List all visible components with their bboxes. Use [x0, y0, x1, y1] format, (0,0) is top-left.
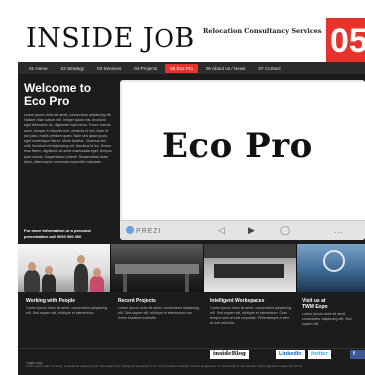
feature-body: Lorem ipsum dolor sit amet, consectetur …	[210, 306, 291, 325]
prezi-canvas[interactable]: Eco Pro	[122, 82, 365, 220]
feature-title-line2: TWM Expo	[302, 304, 328, 310]
feature-recent-projects[interactable]: Recent Projects Lorem ipsum dolor sit am…	[118, 298, 202, 321]
feature-body: Lorem ipsum dolor sit amet, consectetur …	[118, 306, 199, 320]
welcome-panel: Welcome to Eco Pro Lorem ipsum dolor sit…	[24, 82, 112, 165]
main-nav: 01 Home 02 Strategy 03 Services 04 Proje…	[18, 62, 365, 74]
features-row: Working with People Lorem ipsum dolor si…	[18, 292, 365, 348]
person-shape	[24, 270, 40, 292]
logo-o-icon: O	[154, 25, 175, 53]
play-icon[interactable]: ▶	[248, 225, 255, 236]
logo-text-b: B	[174, 23, 195, 54]
nav-item-about-news[interactable]: 06 About us / News	[201, 64, 251, 73]
nav-item-projects[interactable]: 04 Projects	[129, 64, 162, 73]
workstation-shape	[214, 264, 284, 278]
linkedin-link[interactable]: LinkedIn	[276, 350, 305, 359]
nav-item-services[interactable]: 03 Services	[92, 64, 126, 73]
site-footer: Legal copy Lorem ipsum dolor sit amet, c…	[18, 360, 365, 375]
feature-body: Lorem ipsum dolor sit amet, consectetur …	[302, 312, 352, 326]
feature-body: Lorem ipsum dolor sit amet, consectetur …	[26, 306, 107, 315]
head-shape	[77, 255, 85, 264]
nav-item-contact[interactable]: 07 Contact	[253, 64, 285, 73]
previous-icon[interactable]: ◁	[218, 225, 225, 236]
nav-item-strategy[interactable]: 02 Strategy	[56, 64, 90, 73]
fullscreen-icon[interactable]: ◯	[280, 225, 290, 236]
desk-leg-shape	[185, 274, 189, 292]
photo-projects[interactable]	[111, 244, 203, 292]
person-shape	[74, 264, 88, 292]
prezi-logo[interactable]: PREZI	[126, 226, 162, 235]
prezi-presentation[interactable]: Eco Pro PREZI ◁ ▶ ◯ …	[120, 80, 365, 240]
photo-workspaces[interactable]	[204, 244, 296, 292]
head-shape	[28, 262, 36, 271]
more-icon[interactable]: …	[334, 225, 343, 236]
feature-title: Working with People	[26, 298, 76, 304]
feature-title: Recent Projects	[118, 298, 156, 304]
logo-text-inside: INSIDE	[26, 23, 134, 54]
desk-leg-shape	[123, 274, 127, 292]
tagline: Relocation Consultancy Services	[203, 27, 322, 35]
desk-shape	[115, 264, 199, 274]
prezi-logo-text: PREZI	[136, 228, 162, 235]
facebook-link[interactable]: f	[350, 350, 365, 359]
feature-working-with-people[interactable]: Working with People Lorem ipsum dolor si…	[26, 298, 110, 316]
photo-expo[interactable]	[297, 244, 365, 292]
prezi-logo-icon	[126, 226, 134, 234]
head-shape	[45, 266, 53, 275]
welcome-heading-line2: Eco Pro	[24, 94, 70, 108]
feature-visit-expo[interactable]: Visit us at TWM Expo Lorem ipsum dolor s…	[302, 298, 362, 327]
photo-strip	[18, 244, 365, 292]
feature-intelligent-workspaces[interactable]: Intelligent Workspaces Lorem ipsum dolor…	[210, 298, 294, 326]
globe-icon	[323, 250, 345, 272]
blog-link[interactable]: insideBlog	[210, 350, 249, 359]
welcome-body-text: Lorem ipsum dolor sit amet, consectetur …	[24, 113, 112, 164]
social-links: insideBlog LinkedIn twitter f	[18, 348, 365, 360]
page-number-badge: 05	[326, 18, 365, 62]
welcome-heading: Welcome to Eco Pro	[24, 82, 112, 108]
ceiling-shape	[204, 244, 296, 258]
person-shape	[42, 274, 56, 292]
twitter-link[interactable]: twitter	[308, 350, 331, 359]
nav-item-home[interactable]: 01 Home	[24, 64, 53, 73]
head-shape	[93, 268, 101, 277]
site-logo[interactable]: INSIDE JOB	[26, 24, 195, 54]
contact-callout: For more information or a personal prese…	[24, 228, 91, 239]
footer-text: Lorem ipsum dolor sit amet, consectetur …	[26, 364, 303, 368]
person-shape	[90, 276, 104, 292]
nav-item-eco-pro[interactable]: 05 Eco Pro	[165, 63, 198, 73]
prezi-controls: PREZI ◁ ▶ ◯ …	[120, 220, 365, 240]
logo-text-j: J	[142, 23, 155, 54]
site-header: INSIDE JOB Relocation Consultancy Servic…	[18, 18, 365, 62]
photo-people[interactable]	[18, 244, 110, 292]
feature-title: Intelligent Workspaces	[210, 298, 265, 304]
page: INSIDE JOB Relocation Consultancy Servic…	[18, 18, 365, 375]
main-section: Welcome to Eco Pro Lorem ipsum dolor sit…	[18, 74, 365, 244]
presentation-title: Eco Pro	[162, 126, 313, 166]
